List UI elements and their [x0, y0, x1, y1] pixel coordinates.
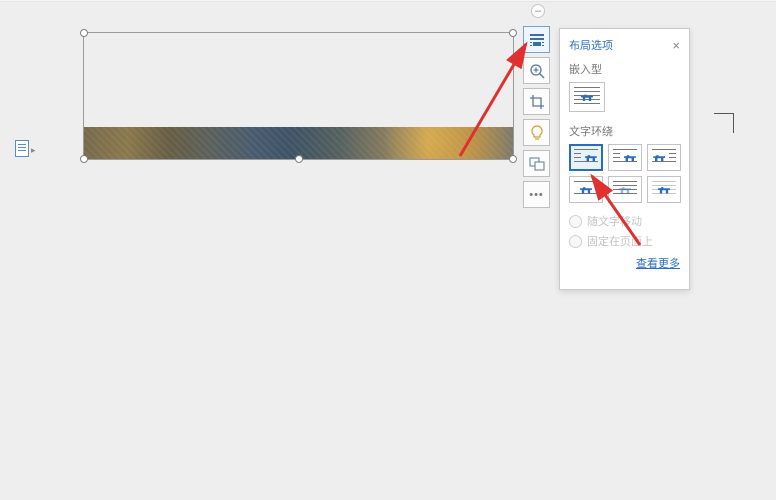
- panel-title: 布局选项: [569, 37, 613, 53]
- radio-fix-on-page-input[interactable]: [569, 235, 582, 248]
- layout-options-icon: [529, 33, 545, 47]
- panel-close-button[interactable]: ×: [672, 38, 680, 53]
- alt-text-button[interactable]: [523, 150, 550, 177]
- resize-handle-nw[interactable]: [80, 29, 88, 37]
- chevron-right-icon: ▸: [31, 145, 36, 156]
- layout-wrap-front[interactable]: [647, 176, 681, 203]
- radio-fix-on-page[interactable]: 固定在页面上: [569, 233, 680, 249]
- crop-icon: [529, 94, 545, 110]
- radio-move-with-text-label: 随文字移动: [587, 213, 642, 229]
- lightbulb-icon: [530, 125, 544, 141]
- selected-image[interactable]: [83, 32, 514, 160]
- see-more-link[interactable]: 查看更多: [569, 255, 680, 271]
- layout-wrap-square[interactable]: [569, 144, 603, 171]
- inline-section-label: 嵌入型: [569, 61, 680, 77]
- wrap-section-label: 文字环绕: [569, 123, 680, 139]
- more-options-button[interactable]: •••: [523, 181, 550, 208]
- radio-move-with-text-input[interactable]: [569, 215, 582, 228]
- resize-handle-se[interactable]: [509, 155, 517, 163]
- crop-button[interactable]: [523, 88, 550, 115]
- resize-handle-sw[interactable]: [80, 155, 88, 163]
- zoom-in-icon: [529, 63, 545, 79]
- radio-fix-on-page-label: 固定在页面上: [587, 233, 653, 249]
- layout-options-button[interactable]: [523, 26, 550, 53]
- alt-text-icon: [529, 157, 545, 171]
- layout-wrap-tight[interactable]: [608, 144, 642, 171]
- layout-inline-option[interactable]: [569, 82, 605, 112]
- design-ideas-button[interactable]: [523, 119, 550, 146]
- layout-wrap-through[interactable]: [647, 144, 681, 171]
- image-side-toolbar: •••: [523, 26, 551, 208]
- ellipsis-icon: •••: [529, 189, 544, 201]
- layout-wrap-topbottom[interactable]: [569, 176, 603, 203]
- layout-wrap-behind[interactable]: [608, 176, 642, 203]
- layout-options-panel: 布局选项 × 嵌入型 文字环绕: [559, 28, 690, 290]
- resize-handle-ne[interactable]: [509, 29, 517, 37]
- radio-move-with-text[interactable]: 随文字移动: [569, 213, 680, 229]
- resize-handle-s[interactable]: [295, 155, 303, 163]
- page-corner-mark: [714, 113, 734, 133]
- zoom-button[interactable]: [523, 57, 550, 84]
- page-thumbnail-icon[interactable]: [15, 140, 29, 157]
